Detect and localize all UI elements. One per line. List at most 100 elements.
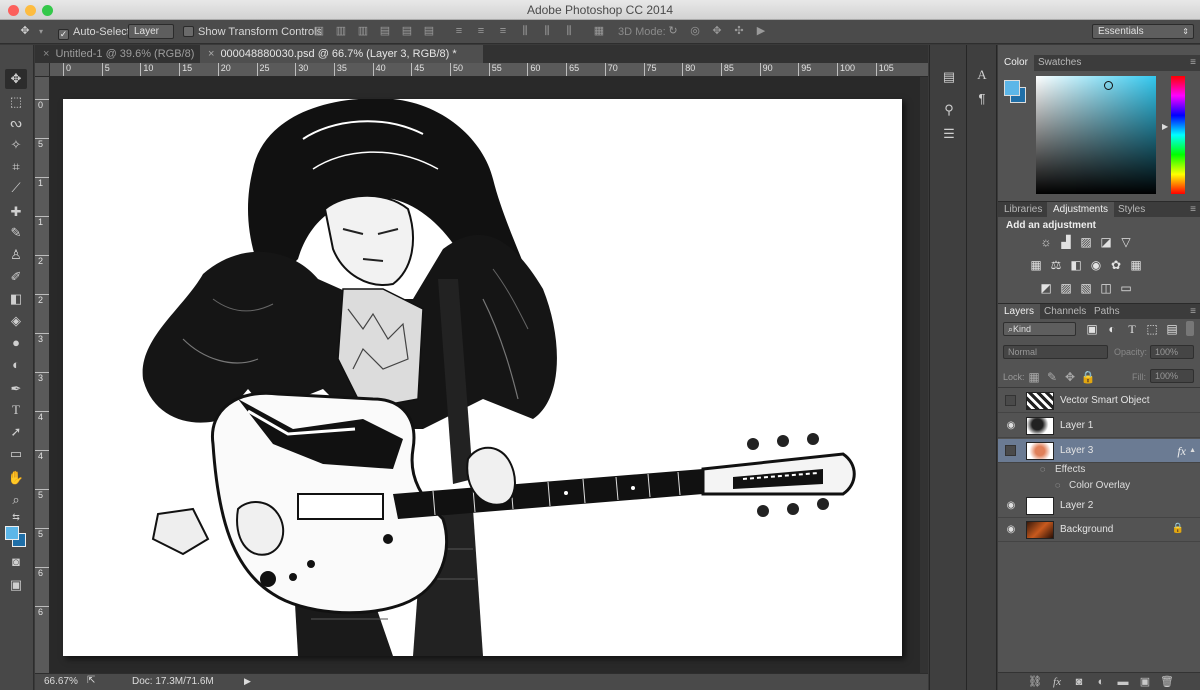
3d-rotate-icon[interactable]: ↻ [666,25,680,38]
filter-toggle-switch[interactable] [1186,321,1194,336]
layer-row-layer-3[interactable]: Layer 3 fx ▲ [998,439,1200,463]
3d-drag-icon[interactable]: ✥ [710,25,724,38]
panel-menu-icon[interactable]: ≡ [1190,57,1196,68]
tab-paths[interactable]: Paths [1088,304,1126,320]
effects-expand-icon[interactable]: ▲ [1189,447,1196,454]
eyedropper-tool-icon[interactable]: ⟋ [5,178,27,198]
visibility-toggle[interactable] [1005,395,1016,406]
filter-pixel-icon[interactable]: ▣ [1084,322,1100,336]
vibrance-icon[interactable]: ▽ [1118,235,1134,249]
opacity-input[interactable]: 100% [1150,345,1194,359]
layer-row-vector-smart-object[interactable]: Vector Smart Object [998,389,1200,413]
workspace-dropdown[interactable]: Essentials ⇕ [1092,24,1194,39]
blend-mode-dropdown[interactable]: Normal [1003,345,1108,359]
align-right-icon[interactable]: ▤ [422,25,436,38]
healing-brush-tool-icon[interactable]: ✚ [5,202,27,222]
distribute-left-icon[interactable]: ⫼ [518,25,532,38]
distribute-vcenter-icon[interactable]: ≡ [474,25,488,38]
tab-libraries[interactable]: Libraries [998,202,1048,218]
type-tool-icon[interactable]: T [5,400,27,420]
hue-slider-marker-icon[interactable]: ▶ [1162,122,1168,131]
layer-row-layer-2[interactable]: ◉ Layer 2 [998,494,1200,518]
auto-align-icon[interactable]: ▦ [592,25,606,38]
hue-saturation-icon[interactable]: ▦ [1028,258,1044,272]
tab-layers[interactable]: Layers [998,304,1041,320]
align-hcenter-icon[interactable]: ▤ [400,25,414,38]
status-menu-arrow-icon[interactable]: ▶ [244,676,251,687]
brightness-contrast-icon[interactable]: ☼ [1038,235,1054,249]
close-icon[interactable]: × [43,48,49,60]
fx-badge-icon[interactable]: fx [1177,444,1186,459]
distribute-bottom-icon[interactable]: ≡ [496,25,510,38]
add-mask-icon[interactable]: ◙ [1072,675,1086,689]
blur-tool-icon[interactable]: ● [5,333,27,353]
brush-presets-panel-icon[interactable]: ⚲ [938,100,960,120]
new-adjustment-icon[interactable]: ◐ [1094,675,1108,689]
curves-icon[interactable]: ▨ [1078,235,1094,249]
3d-roll-icon[interactable]: ◎ [688,25,702,38]
fill-input[interactable]: 100% [1150,369,1194,383]
quick-mask-icon[interactable]: ◙ [5,552,27,572]
swap-colors-icon[interactable]: ⇆ [5,507,27,527]
path-selection-tool-icon[interactable]: ➚ [5,422,27,442]
effect-color-overlay[interactable]: ◌ Color Overlay [998,478,1200,494]
panel-menu-icon[interactable]: ≡ [1190,204,1196,215]
lock-all-icon[interactable]: 🔒 [1080,370,1096,384]
properties-panel-icon[interactable]: ☰ [938,124,960,144]
filter-shape-icon[interactable]: ⬚ [1144,322,1160,336]
distribute-top-icon[interactable]: ≡ [452,25,466,38]
doc-tab-active[interactable]: × 000048880030.psd @ 66.7% (Layer 3, RGB/… [200,45,483,63]
doc-tab-untitled[interactable]: × Untitled-1 @ 39.6% (RGB/8) [35,45,200,63]
screen-mode-icon[interactable]: ▣ [5,575,27,595]
lock-pixels-icon[interactable]: ✎ [1044,370,1060,384]
horizontal-ruler[interactable]: 0 5 10 15 20 25 30 35 40 45 50 55 60 65 70 75 80 85 90 95 10… [50,63,928,77]
eye-icon[interactable]: ◉ [1004,523,1018,537]
align-top-icon[interactable]: ▥ [312,25,326,38]
add-style-icon[interactable]: fx [1050,675,1064,689]
chevron-down-icon[interactable]: ▾ [34,25,48,38]
link-layers-icon[interactable]: ⛓ [1028,675,1042,689]
lock-position-icon[interactable]: ✥ [1062,370,1078,384]
pen-tool-icon[interactable]: ✒ [5,379,27,399]
brush-tool-icon[interactable]: ✎ [5,223,27,243]
export-icon[interactable]: ⇱ [87,675,95,686]
photo-filter-icon[interactable]: ◉ [1088,258,1104,272]
selective-color-icon[interactable]: ◫ [1098,281,1114,295]
canvas-vertical-scrollbar[interactable] [920,77,928,673]
3d-slide-icon[interactable]: ✣ [732,25,746,38]
show-transform-checkbox[interactable]: Show Transform Controls [183,24,322,40]
align-left-icon[interactable]: ▤ [378,25,392,38]
distribute-right-icon[interactable]: ⫼ [562,25,576,38]
magic-wand-tool-icon[interactable]: ✧ [5,135,27,155]
dodge-tool-icon[interactable]: ◐ [5,355,27,375]
panel-menu-icon[interactable]: ≡ [1190,306,1196,317]
color-balance-icon[interactable]: ⚖ [1048,258,1064,272]
hand-tool-icon[interactable]: ✋ [5,468,27,488]
color-lookup-icon[interactable]: ▦ [1128,258,1144,272]
align-bottom-icon[interactable]: ▥ [356,25,370,38]
new-layer-icon[interactable]: ▣ [1138,675,1152,689]
history-panel-icon[interactable]: ▤ [938,67,960,87]
ruler-origin[interactable] [35,63,50,77]
visibility-toggle[interactable] [1005,445,1016,456]
align-vcenter-icon[interactable]: ▥ [334,25,348,38]
levels-icon[interactable]: ▟ [1058,235,1074,249]
threshold-icon[interactable]: ▧ [1078,281,1094,295]
filter-smart-object-icon[interactable]: ▤ [1164,322,1180,336]
color-picker-cursor[interactable] [1104,81,1113,90]
zoom-level[interactable]: 66.67% [44,676,78,687]
foreground-color-swatch[interactable] [5,526,19,540]
tab-swatches[interactable]: Swatches [1032,55,1087,71]
clone-stamp-tool-icon[interactable]: ♙ [5,245,27,265]
layer-row-background[interactable]: ◉ Background 🔒 [998,518,1200,542]
color-picker-field[interactable] [1036,76,1156,194]
auto-select-dropdown[interactable]: Layer [128,24,174,39]
character-panel-icon[interactable]: A [971,65,993,85]
eye-icon[interactable]: ◉ [1004,499,1018,513]
layer-filter-dropdown[interactable]: ⌕Kind [1003,322,1076,336]
3d-scale-icon[interactable]: ▶ [754,25,768,38]
eye-icon[interactable]: ◌ [1055,480,1060,490]
gradient-map-icon[interactable]: ▭ [1118,281,1134,295]
exposure-icon[interactable]: ◪ [1098,235,1114,249]
paragraph-panel-icon[interactable]: ¶ [971,89,993,109]
